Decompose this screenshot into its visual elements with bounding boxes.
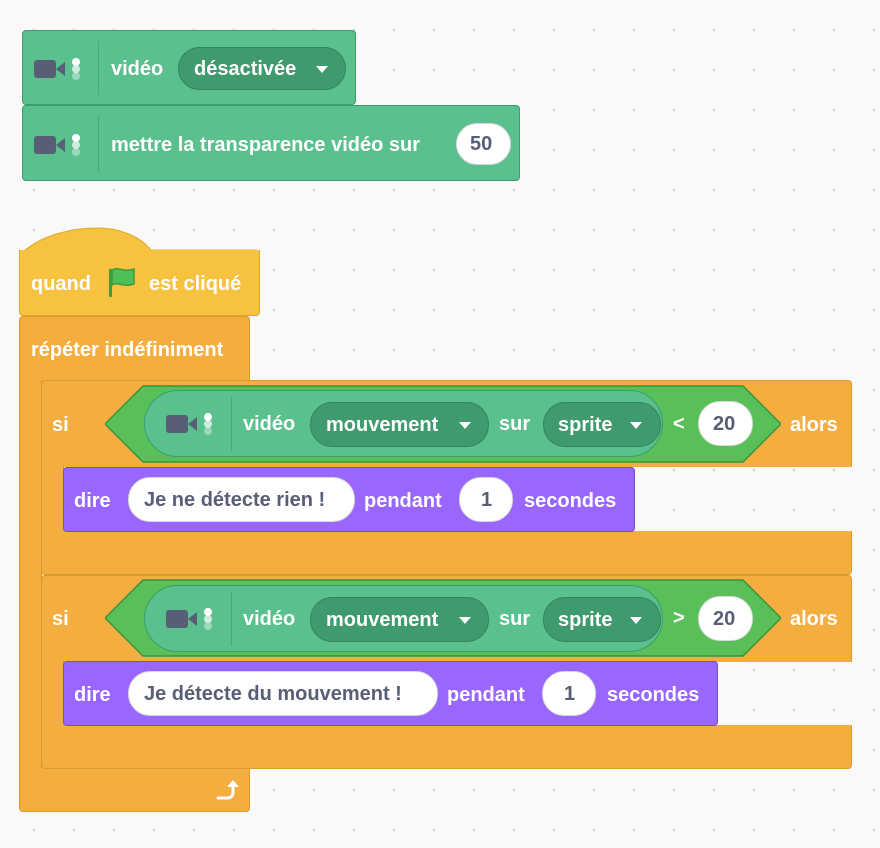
message-value: Je ne détecte rien ! (144, 488, 326, 511)
seconds-input[interactable]: 1 (459, 477, 513, 522)
seconds-input[interactable]: 1 (542, 671, 596, 716)
message-input[interactable]: Je ne détecte rien ! (128, 477, 355, 522)
subject-dropdown[interactable]: sprite (543, 402, 661, 447)
if-block-2-bottom (41, 725, 852, 769)
attribute-dropdown[interactable]: mouvement (310, 597, 489, 642)
video-camera-icon (34, 134, 80, 156)
forever-block[interactable]: répéter indéfiniment (19, 316, 250, 382)
if-block-1-bottom (41, 531, 852, 575)
attribute-dropdown[interactable]: mouvement (310, 402, 489, 447)
attribute-value: mouvement (326, 413, 439, 436)
message-value: Je détecte du mouvement ! (144, 682, 402, 705)
subject-value: sprite (558, 413, 613, 436)
subject-value: sprite (558, 608, 613, 631)
then-label: alors (790, 608, 838, 630)
video-camera-icon (166, 413, 212, 435)
video-state-value: désactivée (194, 57, 297, 80)
block-separator (231, 592, 232, 646)
forever-arm (19, 380, 42, 770)
video-toggle-block[interactable]: vidéo désactivée (22, 30, 356, 105)
video-sensing-reporter[interactable]: vidéo mouvement sur sprite (144, 585, 663, 652)
video-camera-icon (34, 58, 80, 80)
seconds-label: secondes (607, 684, 700, 706)
say-for-secs-block[interactable]: dire Je détecte du mouvement ! pendant 1… (63, 661, 718, 726)
loop-arrow-icon (216, 780, 239, 800)
comparison-value-input[interactable]: 20 (698, 401, 753, 446)
when-flag-clicked-block[interactable]: quand est cliqué (19, 250, 260, 316)
for-label: pendant (447, 684, 525, 706)
message-input[interactable]: Je détecte du mouvement ! (128, 671, 438, 716)
if-label: si (52, 414, 69, 436)
operator-symbol: > (673, 607, 685, 629)
then-label: alors (790, 414, 838, 436)
transparency-label: mettre la transparence vidéo sur (111, 134, 421, 156)
dropdown-caret-icon (459, 422, 471, 429)
if-block-2-arm (41, 660, 64, 728)
subject-dropdown[interactable]: sprite (543, 597, 661, 642)
video-label: vidéo (243, 413, 296, 435)
block-separator (231, 397, 232, 451)
comparison-value: 20 (713, 412, 736, 435)
video-camera-icon (166, 608, 212, 630)
seconds-value: 1 (564, 682, 576, 705)
seconds-label: secondes (524, 490, 617, 512)
forever-bottom (19, 768, 250, 812)
operator-symbol: < (673, 413, 685, 435)
set-transparency-block[interactable]: mettre la transparence vidéo sur 50 (22, 105, 520, 181)
video-state-dropdown[interactable]: désactivée (178, 47, 346, 90)
green-flag-icon (109, 267, 135, 297)
say-label: dire (74, 684, 111, 706)
on-label: sur (499, 413, 531, 435)
dropdown-caret-icon (630, 617, 642, 624)
video-sensing-reporter[interactable]: vidéo mouvement sur sprite (144, 390, 663, 457)
when-label: quand (31, 273, 91, 295)
say-label: dire (74, 490, 111, 512)
video-label: vidéo (243, 608, 296, 630)
transparency-input[interactable]: 50 (456, 123, 511, 165)
video-label: vidéo (111, 58, 164, 80)
block-separator (98, 116, 99, 172)
if-label: si (52, 608, 69, 630)
transparency-value: 50 (470, 133, 493, 155)
attribute-value: mouvement (326, 608, 439, 631)
block-separator (98, 41, 99, 95)
dropdown-caret-icon (316, 66, 328, 73)
dropdown-caret-icon (459, 617, 471, 624)
dropdown-caret-icon (630, 422, 642, 429)
comparison-value-input[interactable]: 20 (698, 596, 753, 641)
on-label: sur (499, 608, 531, 630)
seconds-value: 1 (481, 488, 493, 511)
clicked-label: est cliqué (149, 273, 242, 295)
for-label: pendant (364, 490, 442, 512)
say-for-secs-block[interactable]: dire Je ne détecte rien ! pendant 1 seco… (63, 467, 635, 532)
if-block-1-arm (41, 465, 64, 534)
comparison-value: 20 (713, 607, 736, 630)
forever-label: répéter indéfiniment (31, 339, 224, 361)
